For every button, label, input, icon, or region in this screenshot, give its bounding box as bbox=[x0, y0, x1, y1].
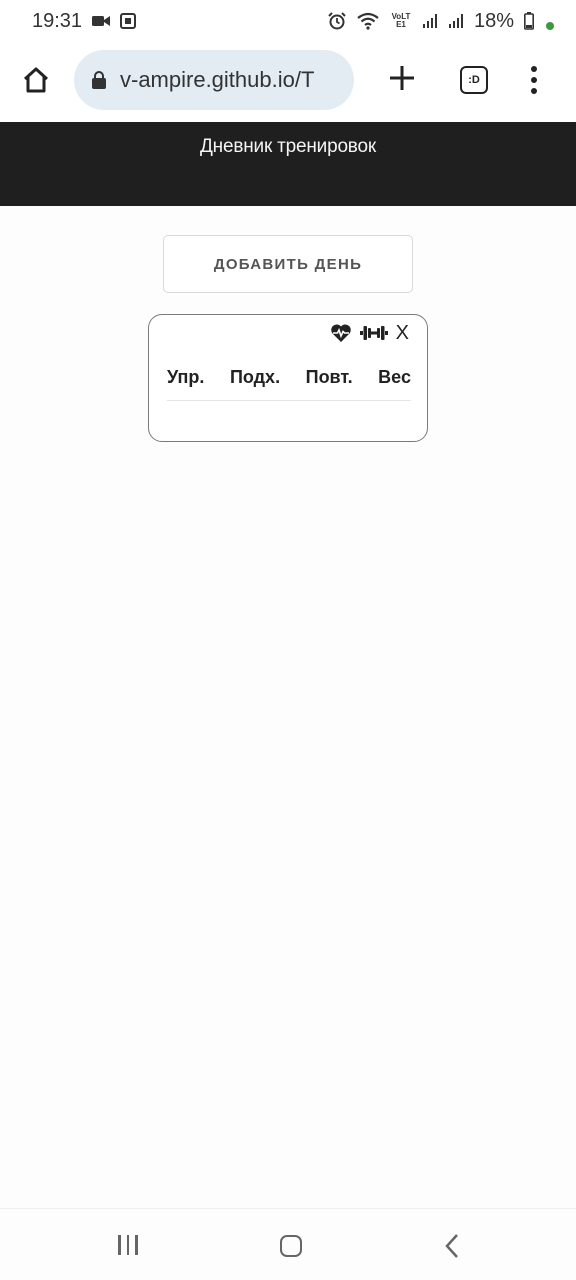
add-day-button[interactable]: ДОБАВИТЬ ДЕНЬ bbox=[163, 235, 413, 293]
status-left: 19:31 bbox=[32, 9, 137, 33]
more-vert-icon[interactable] bbox=[526, 62, 542, 98]
plus-icon bbox=[390, 66, 414, 90]
add-day-label: ДОБАВИТЬ ДЕНЬ bbox=[213, 255, 363, 273]
back-chevron-icon bbox=[445, 1234, 458, 1258]
status-bar: 19:31 VoLTE1 18% bbox=[0, 0, 576, 42]
card-table-header: Упр. Подх. Повт. Вес bbox=[167, 367, 411, 388]
browser-toolbar: v-ampire.github.io/T :D bbox=[0, 42, 576, 122]
heart-pulse-icon[interactable] bbox=[330, 323, 352, 343]
signal-icon-1 bbox=[422, 13, 438, 29]
volte-icon: VoLTE1 bbox=[390, 13, 412, 29]
column-sets: Подх. bbox=[229, 367, 281, 387]
new-tab-button[interactable] bbox=[384, 60, 420, 96]
recent-apps-button[interactable] bbox=[118, 1235, 138, 1255]
dumbbell-icon[interactable] bbox=[359, 323, 388, 343]
alarm-icon bbox=[328, 12, 346, 30]
wifi-icon bbox=[356, 12, 380, 30]
video-camera-icon bbox=[92, 14, 111, 28]
battery-percent: 18% bbox=[473, 9, 514, 32]
nav-home-button[interactable] bbox=[280, 1235, 302, 1257]
status-time: 19:31 bbox=[32, 9, 83, 32]
url-text: v-ampire.github.io/T bbox=[120, 67, 315, 92]
home-button[interactable] bbox=[18, 62, 54, 98]
app-header: Дневник тренировок bbox=[0, 122, 576, 206]
day-card: X Упр. Подх. Повт. Вес bbox=[148, 314, 428, 442]
battery-icon bbox=[524, 12, 534, 30]
close-card-button[interactable]: X bbox=[396, 323, 409, 343]
tab-switcher-label: :D bbox=[468, 74, 480, 86]
column-reps: Повт. bbox=[305, 367, 353, 387]
tab-switcher-button[interactable]: :D bbox=[460, 66, 488, 94]
page-title: Дневник тренировок bbox=[200, 136, 376, 157]
lock-icon bbox=[92, 71, 106, 89]
signal-icon-2 bbox=[448, 13, 464, 29]
home-icon bbox=[23, 67, 49, 93]
address-bar[interactable]: v-ampire.github.io/T bbox=[74, 50, 354, 110]
card-tools: X bbox=[330, 323, 409, 343]
screenshot-icon bbox=[120, 13, 137, 29]
notification-dot bbox=[546, 22, 554, 30]
android-nav-bar bbox=[0, 1208, 576, 1280]
volte-label: VoLTE1 bbox=[391, 12, 411, 29]
column-weight: Вес bbox=[378, 367, 411, 387]
nav-back-button[interactable] bbox=[444, 1233, 460, 1264]
column-exercise: Упр. bbox=[167, 367, 205, 387]
status-right: VoLTE1 18% bbox=[328, 10, 554, 33]
card-divider bbox=[167, 400, 411, 401]
